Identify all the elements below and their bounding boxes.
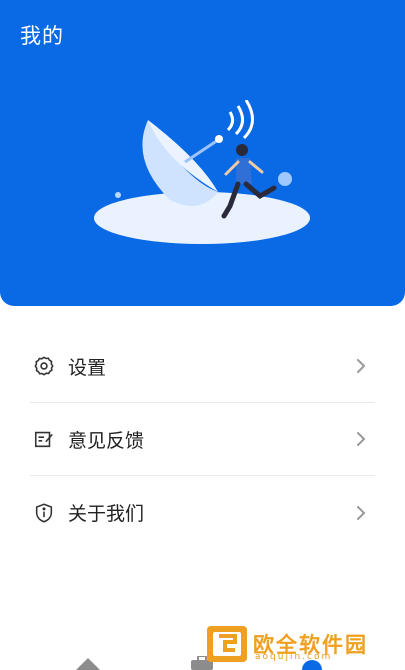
watermark-logo <box>207 626 247 662</box>
home-tab-icon[interactable] <box>74 654 102 670</box>
menu-item-label: 意见反馈 <box>68 429 145 452</box>
menu-item-label: 设置 <box>68 356 107 379</box>
page-title: 我的 <box>20 24 64 48</box>
watermark: 欧全软件园 aoqujin.com <box>205 624 368 664</box>
chevron-right-icon <box>357 432 366 446</box>
menu-item-settings[interactable]: 设置 <box>30 330 375 403</box>
menu-item-label: 关于我们 <box>68 503 145 525</box>
satellite-runner-illustration <box>94 100 310 244</box>
feedback-icon <box>32 427 56 451</box>
settings-menu: 设置 意见反馈 关于我们 <box>30 330 375 549</box>
menu-item-about[interactable]: 关于我们 <box>30 476 375 549</box>
chevron-right-icon <box>357 359 366 373</box>
menu-item-feedback[interactable]: 意见反馈 <box>30 403 375 476</box>
gear-icon <box>32 354 56 378</box>
info-shield-icon <box>32 501 56 525</box>
watermark-url: aoqujin.com <box>255 652 333 662</box>
chevron-right-icon <box>357 505 366 520</box>
header-banner: 我的 <box>0 0 405 306</box>
